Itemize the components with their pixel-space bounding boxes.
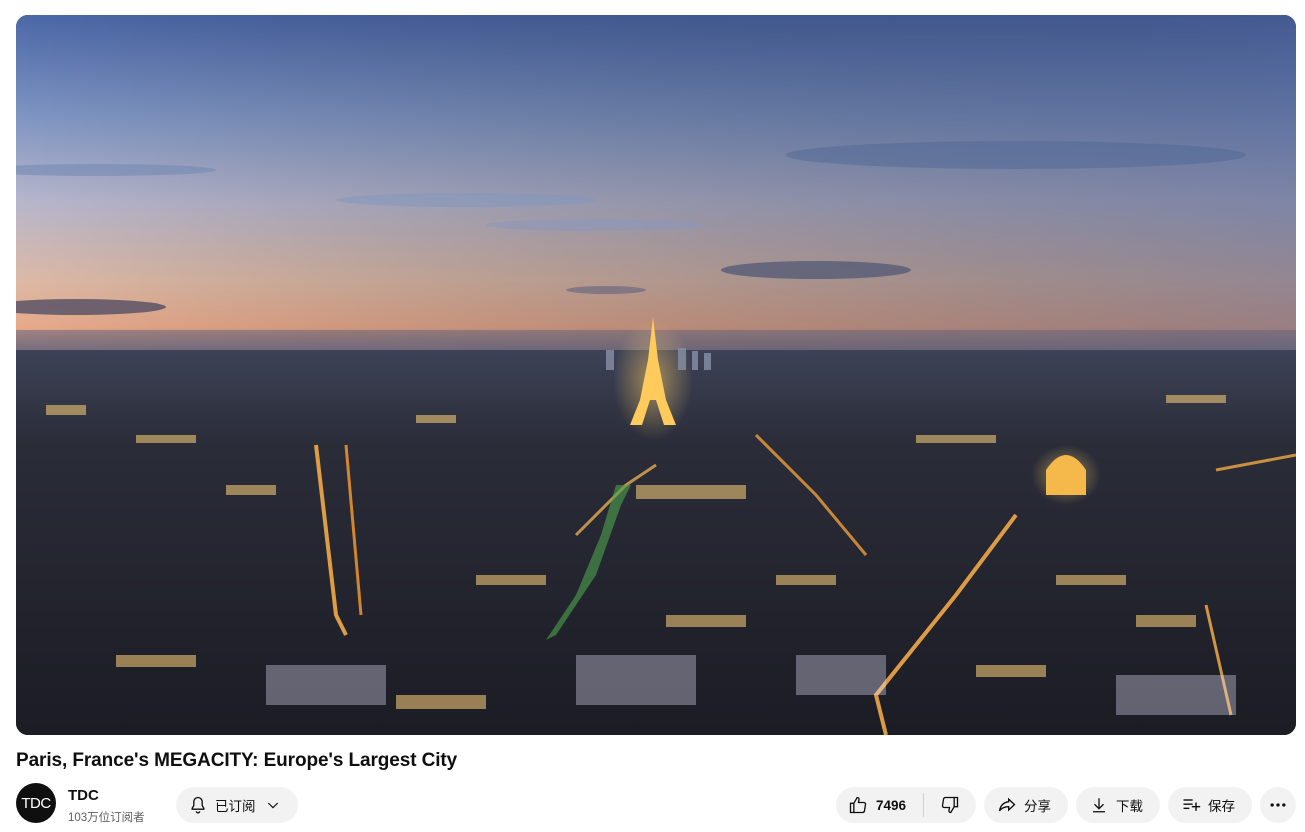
more-actions-button[interactable]	[1260, 787, 1296, 823]
channel-name[interactable]: TDC	[68, 787, 99, 804]
bell-icon	[188, 795, 208, 815]
like-dislike-group: 7496	[836, 787, 976, 823]
like-count: 7496	[876, 797, 907, 813]
save-label: 保存	[1208, 799, 1235, 814]
subscribed-button[interactable]: 已订阅	[176, 787, 298, 823]
save-button[interactable]: 保存	[1168, 787, 1252, 823]
thumbs-up-icon	[848, 795, 868, 815]
playlist-add-icon	[1180, 795, 1202, 815]
download-icon	[1090, 796, 1108, 814]
channel-avatar-text: TDC	[21, 794, 51, 812]
subscriber-count: 103万位订阅者	[68, 812, 145, 824]
like-button[interactable]: 7496	[836, 787, 923, 823]
thumbs-down-icon	[940, 795, 960, 815]
share-label: 分享	[1024, 799, 1051, 814]
download-label: 下载	[1116, 799, 1143, 814]
download-button[interactable]: 下载	[1076, 787, 1160, 823]
share-arrow-icon	[996, 795, 1018, 815]
video-title: Paris, France's MEGACITY: Europe's Large…	[16, 750, 458, 771]
channel-avatar[interactable]: TDC	[16, 783, 56, 823]
subscribed-label: 已订阅	[215, 799, 256, 814]
dislike-button[interactable]	[924, 787, 976, 823]
more-horizontal-icon	[1268, 795, 1288, 815]
video-frame	[16, 15, 1296, 735]
share-button[interactable]: 分享	[984, 787, 1068, 823]
video-player[interactable]	[16, 15, 1296, 735]
video-actions-row: TDC TDC 103万位订阅者 已订阅 7496 分享 下载 保存	[16, 783, 1296, 825]
chevron-down-icon	[265, 797, 281, 813]
